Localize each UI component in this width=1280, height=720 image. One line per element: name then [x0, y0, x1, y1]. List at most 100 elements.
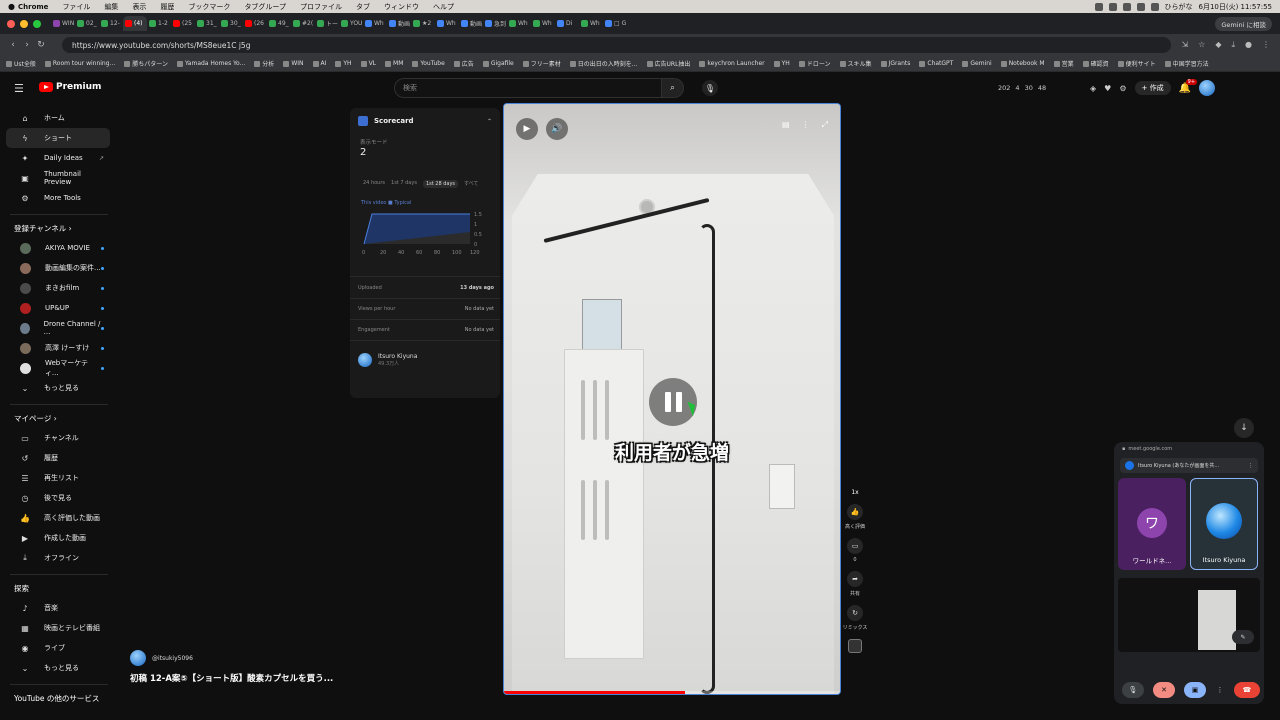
annotate-icon[interactable]: ✎	[1232, 630, 1254, 644]
bookmark-item[interactable]: 広告URL抽出	[646, 59, 690, 68]
sidebar-item[interactable]: ⚙ More Tools	[6, 188, 110, 208]
bookmark-item[interactable]: ドローン	[798, 59, 831, 68]
bookmark-item[interactable]: AI	[312, 60, 326, 67]
bookmark-item[interactable]: keychron Launcher	[699, 60, 765, 67]
menu-tab-groups[interactable]: タブグループ	[244, 2, 286, 12]
browser-tab[interactable]: □ G	[603, 16, 627, 31]
status-icon[interactable]	[1108, 2, 1117, 11]
notifications-button[interactable]: 🔔 9+	[1179, 78, 1198, 94]
bookmark-item[interactable]: Notebook M	[1000, 60, 1045, 67]
wifi-icon[interactable]	[1136, 2, 1145, 11]
bookmark-item[interactable]: YH	[335, 60, 352, 67]
kebab-menu-icon[interactable]: ⋮	[1248, 463, 1253, 469]
collapse-icon[interactable]: ⌃	[487, 118, 492, 125]
search-icon[interactable]	[1150, 2, 1159, 11]
bookmark-item[interactable]: Gemini	[962, 60, 992, 67]
status-icon[interactable]	[1122, 2, 1131, 11]
bookmark-item[interactable]: Ust全般	[6, 59, 36, 68]
participant-tile[interactable]: ワ ワールドネ...	[1118, 478, 1186, 570]
subscriptions-title[interactable]: 登録チャンネル ›	[0, 223, 118, 234]
browser-tab[interactable]: Di	[555, 16, 579, 31]
browser-tab[interactable]: 02_	[75, 16, 99, 31]
bookmark-item[interactable]: 分析	[254, 59, 274, 68]
zoom-window-button[interactable]	[33, 19, 41, 28]
bookmark-item[interactable]: 確認資	[1082, 59, 1109, 68]
browser-tab[interactable]: Wh	[435, 16, 459, 31]
sidebar-item[interactable]: ◉ ライブ	[6, 638, 110, 658]
sidebar-item[interactable]: ♪ 音楽	[6, 598, 110, 618]
gemini-button[interactable]: Gemini に相談	[1215, 16, 1272, 31]
subscription-item[interactable]: Webマーケティ...	[6, 358, 110, 378]
search-input[interactable]: 検索	[394, 78, 662, 98]
bookmark-item[interactable]: YouTube	[412, 60, 445, 67]
bookmark-item[interactable]: Room tour winning...	[44, 60, 115, 67]
range-tab[interactable]: 1st 28 days	[422, 180, 459, 188]
browser-tab[interactable]: 急到	[483, 16, 507, 31]
search-button[interactable]: ⌕	[662, 78, 684, 98]
like-button[interactable]: 👍 高く評価	[844, 504, 866, 530]
sidebar-item[interactable]: ☰ 再生リスト	[6, 468, 110, 488]
show-more-button[interactable]: ⌄ もっと見る	[6, 378, 110, 398]
sidebar-item[interactable]: 👍 高く評価した動画	[6, 508, 110, 528]
url-field[interactable]: https://www.youtube.com/shorts/MS8eue1C …	[62, 37, 1172, 53]
menu-file[interactable]: ファイル	[62, 2, 90, 12]
bookmark-item[interactable]: 勝ちパターン	[124, 59, 168, 68]
browser-tab[interactable]: Wh	[531, 16, 555, 31]
browser-tab[interactable]: (26	[243, 16, 267, 31]
sidebar-item[interactable]: ϟ ショート	[6, 128, 110, 148]
menu-edit[interactable]: 編集	[104, 2, 118, 12]
bookmark-item[interactable]: VL	[360, 60, 376, 67]
browser-tab[interactable]: WIN	[51, 16, 75, 31]
menu-help[interactable]: ヘルプ	[433, 2, 454, 12]
input-method[interactable]: ひらがな	[1165, 2, 1193, 12]
sidebar-item[interactable]: ▦ 映画とテレビ番組	[6, 618, 110, 638]
sound-thumbnail[interactable]	[844, 639, 866, 653]
shorts-title[interactable]: 初稿 12-A案⑤【ショート版】酸素カプセルを買う...	[130, 672, 333, 684]
volume-button[interactable]: 🔊	[546, 118, 568, 140]
menu-tab[interactable]: タブ	[356, 2, 370, 12]
bookmark-item[interactable]: フリー素材	[522, 59, 561, 68]
menu-profiles[interactable]: プロファイル	[300, 2, 342, 12]
subscription-item[interactable]: UP&UP	[6, 298, 110, 318]
browser-tab[interactable]: 1-2	[147, 16, 171, 31]
bookmark-item[interactable]: WIN	[283, 60, 304, 67]
extension-icon[interactable]: ◆	[1215, 40, 1221, 50]
bookmark-item[interactable]: YH	[773, 60, 790, 67]
kebab-menu-icon[interactable]: ⋮	[1262, 40, 1270, 50]
scorecard-header[interactable]: Scorecard ⌃	[350, 108, 500, 134]
fullscreen-icon[interactable]: ⤢	[822, 120, 828, 130]
install-icon[interactable]: ⇲	[1181, 40, 1188, 50]
browser-tab[interactable]: 動画	[459, 16, 483, 31]
more-options-icon[interactable]: ⋮	[802, 120, 810, 130]
youtube-logo[interactable]: Premium	[39, 82, 101, 92]
settings-icon[interactable]: ⚙	[1119, 84, 1126, 93]
menu-view[interactable]: 表示	[132, 2, 146, 12]
shorts-channel[interactable]: @itsukiy5096	[130, 650, 193, 666]
bookmark-item[interactable]: 日の出日の入時刻を...	[569, 59, 638, 68]
download-icon[interactable]: ⤓	[1231, 40, 1235, 50]
browser-tab[interactable]: ★2	[411, 16, 435, 31]
create-button[interactable]: + 作成	[1134, 81, 1171, 95]
browser-tab[interactable]: 動画	[387, 16, 411, 31]
profile-icon[interactable]: ●	[1245, 40, 1252, 50]
menu-history[interactable]: 履歴	[160, 2, 174, 12]
bookmark-item[interactable]: ChatGPT	[919, 60, 953, 67]
bookmark-item[interactable]: Gigafile	[482, 60, 514, 67]
scorecard-creator[interactable]: Itsuro Kiyuna 49.3万人	[350, 353, 500, 367]
subscription-item[interactable]: 高澤 けーすけ	[6, 338, 110, 358]
browser-tab[interactable]: 12-	[99, 16, 123, 31]
share-button[interactable]: ➦ 共有	[844, 571, 866, 597]
mic-button[interactable]: 🎙	[1122, 682, 1144, 698]
forward-arrow-icon[interactable]: ›	[20, 40, 34, 50]
range-tab[interactable]: すべて	[464, 180, 478, 188]
menu-window[interactable]: ウィンドウ	[384, 2, 419, 12]
browser-tab[interactable]: 49_	[267, 16, 291, 31]
sidebar-item[interactable]: ✦ Daily Ideas ↗	[6, 148, 110, 168]
sidebar-item[interactable]: ▣ Thumbnail Preview	[6, 168, 110, 188]
browser-tab[interactable]: (25	[171, 16, 195, 31]
subscription-item[interactable]: 動画編集の案件...	[6, 258, 110, 278]
sidebar-item[interactable]: ⌂ ホーム	[6, 108, 110, 128]
bookmark-item[interactable]: MM	[385, 60, 403, 67]
you-title[interactable]: マイページ ›	[0, 413, 118, 424]
browser-tab[interactable]: トー	[315, 16, 339, 31]
